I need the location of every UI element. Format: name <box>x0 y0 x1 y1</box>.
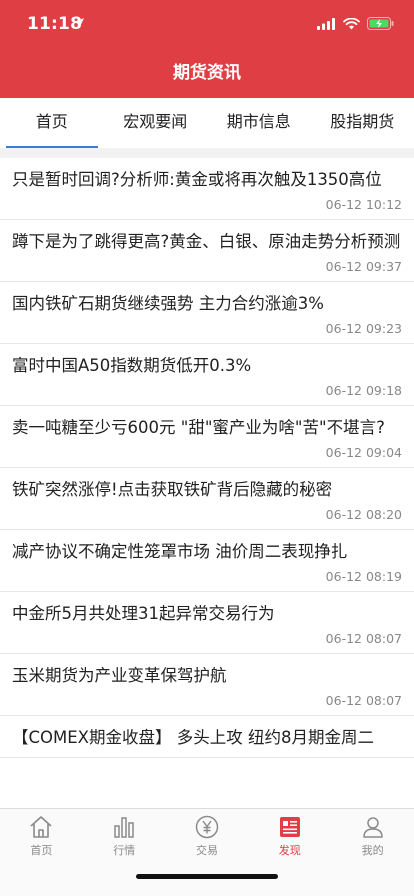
news-title: 卖一吨糖至少亏600元 "甜"蜜产业为啥"苦"不堪言? <box>12 418 385 437</box>
news-title: 铁矿突然涨停!点击获取铁矿背后隐藏的秘密 <box>12 480 333 499</box>
news-list: 只是暂时回调?分析师:黄金或将再次触及1350高位 06-12 10:12 蹲下… <box>0 158 414 808</box>
tabbar-market-label: 行情 <box>113 844 136 857</box>
app-header: 11:18 期货资讯 <box>0 0 414 98</box>
tabbar-discover[interactable]: 发现 <box>248 809 331 861</box>
news-item[interactable]: 中金所5月共处理31起异常交易行为 06-12 08:07 <box>0 592 414 654</box>
chart-bars-icon <box>114 817 134 838</box>
news-item[interactable]: 富时中国A50指数期货低开0.3% 06-12 09:18 <box>0 344 414 406</box>
news-time: 06-12 08:19 <box>325 569 402 584</box>
bottom-tab-bar: 首页 行情 交易 发现 我的 <box>0 808 414 896</box>
tab-index-futures[interactable]: 股指期货 <box>311 98 414 148</box>
yen-coin-icon <box>195 815 219 839</box>
news-title: 中金所5月共处理31起异常交易行为 <box>12 604 275 623</box>
news-item[interactable]: 只是暂时回调?分析师:黄金或将再次触及1350高位 06-12 10:12 <box>0 158 414 220</box>
news-time: 06-12 08:07 <box>325 693 402 708</box>
tabbar-trade[interactable]: 交易 <box>166 809 249 861</box>
tabbar-discover-label: 发现 <box>278 844 301 857</box>
news-time: 06-12 09:18 <box>325 383 402 398</box>
user-icon <box>362 817 383 838</box>
news-time: 06-12 09:04 <box>325 445 402 460</box>
tabs-divider <box>0 148 414 158</box>
news-doc-icon <box>279 817 300 837</box>
news-item[interactable]: 蹲下是为了跳得更高?黄金、白银、原油走势分析预测 06-12 09:37 <box>0 220 414 282</box>
news-title: 只是暂时回调?分析师:黄金或将再次触及1350高位 <box>12 170 382 189</box>
wifi-icon <box>343 17 360 29</box>
tab-futures-market[interactable]: 期市信息 <box>207 98 311 148</box>
tabbar-market[interactable]: 行情 <box>83 809 166 861</box>
signal-icon <box>317 17 335 30</box>
news-item[interactable]: 卖一吨糖至少亏600元 "甜"蜜产业为啥"苦"不堪言? 06-12 09:04 <box>0 406 414 468</box>
news-title: 玉米期货为产业变革保驾护航 <box>12 666 227 685</box>
status-bar: 11:18 <box>0 0 414 50</box>
page-title: 期货资讯 <box>173 63 241 83</box>
tab-macro-news[interactable]: 宏观要闻 <box>104 98 208 148</box>
tabbar-profile[interactable]: 我的 <box>331 809 414 861</box>
news-time: 06-12 10:12 <box>325 197 402 212</box>
tabbar-home[interactable]: 首页 <box>0 809 83 861</box>
news-time: 06-12 08:07 <box>325 631 402 646</box>
news-item[interactable]: 减产协议不确定性笼罩市场 油价周二表现挣扎 06-12 08:19 <box>0 530 414 592</box>
tab-home[interactable]: 首页 <box>0 98 104 148</box>
news-title: 【COMEX期金收盘】 多头上攻 纽约8月期金周二 <box>12 728 374 747</box>
category-tabs: 首页 宏观要闻 期市信息 股指期货 <box>0 98 414 148</box>
news-item[interactable]: 玉米期货为产业变革保驾护航 06-12 08:07 <box>0 654 414 716</box>
news-time: 06-12 09:23 <box>325 321 402 336</box>
news-title: 减产协议不确定性笼罩市场 油价周二表现挣扎 <box>12 542 348 561</box>
tabbar-home-label: 首页 <box>30 844 53 857</box>
news-item[interactable]: 铁矿突然涨停!点击获取铁矿背后隐藏的秘密 06-12 08:20 <box>0 468 414 530</box>
location-arrow-icon <box>74 18 84 28</box>
battery-charging-icon <box>367 17 394 30</box>
news-item[interactable]: 国内铁矿石期货继续强势 主力合约涨逾3% 06-12 09:23 <box>0 282 414 344</box>
news-item[interactable]: 【COMEX期金收盘】 多头上攻 纽约8月期金周二 <box>0 716 414 758</box>
home-indicator <box>136 874 278 879</box>
home-icon <box>30 816 52 838</box>
news-title: 国内铁矿石期货继续强势 主力合约涨逾3% <box>12 294 324 313</box>
tabbar-trade-label: 交易 <box>195 844 218 857</box>
tabbar-profile-label: 我的 <box>361 844 384 857</box>
news-title: 蹲下是为了跳得更高?黄金、白银、原油走势分析预测 <box>12 232 401 251</box>
news-time: 06-12 08:20 <box>325 507 402 522</box>
news-time: 06-12 09:37 <box>325 259 402 274</box>
news-title: 富时中国A50指数期货低开0.3% <box>12 356 252 375</box>
